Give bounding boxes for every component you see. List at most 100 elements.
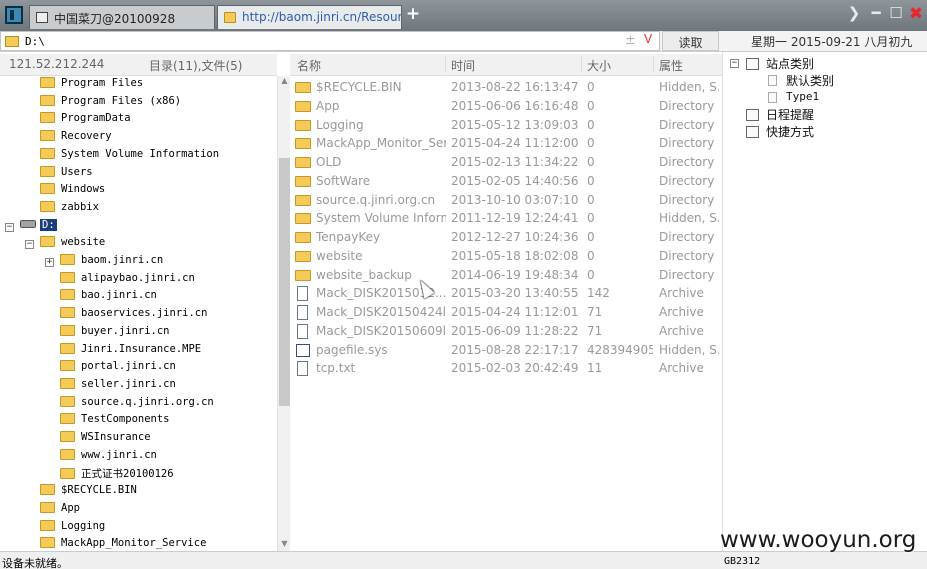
tree-node[interactable]: seller.jinri.cn: [60, 377, 176, 395]
tree-node[interactable]: MackApp_Monitor_Service: [40, 537, 206, 551]
file-row[interactable]: Mack_DISK20150424lo... 2015-04-24 11:12:0…: [290, 303, 722, 322]
scrollbar-thumb[interactable]: [279, 158, 290, 406]
file-attr: Directory: [659, 155, 715, 169]
file-row[interactable]: Mack_DISK2015032... 2015-03-20 13:40:55 14…: [290, 284, 722, 303]
tree-node-label: Windows: [61, 183, 106, 196]
expand-icon[interactable]: +: [45, 258, 54, 267]
site-category-node[interactable]: 站点类别: [766, 55, 814, 72]
tree-node[interactable]: zabbix: [40, 200, 99, 218]
file-attr: Directory: [659, 248, 715, 263]
file-row[interactable]: OLD 2015-02-13 11:34:22 0 Directory: [290, 153, 722, 172]
file-row[interactable]: SoftWare 2015-02-05 14:40:56 0 Directory: [290, 172, 722, 191]
file-name: $RECYCLE.BIN: [316, 80, 402, 94]
bookmark-icon[interactable]: ±: [625, 33, 636, 48]
column-divider[interactable]: [445, 56, 446, 73]
tree-node[interactable]: buyer.jinri.cn: [60, 324, 170, 342]
file-row[interactable]: TenpayKey 2012-12-27 10:24:36 0 Directory: [290, 228, 722, 247]
tree-node-label: buyer.jinri.cn: [81, 324, 170, 337]
file-size: 71: [587, 305, 603, 319]
file-row[interactable]: $RECYCLE.BIN 2013-08-22 16:13:47 0 Hidden, …: [290, 78, 722, 97]
page-icon: [768, 92, 777, 103]
file-row[interactable]: System Volume Informati... 2011-12-19 12:…: [290, 209, 722, 228]
tree-node[interactable]: TestComponents: [60, 413, 170, 430]
right-panel: − 站点类别 默认类别 Type1 日程提醒 快捷方式: [722, 52, 927, 551]
default-category-node[interactable]: 默认类别: [786, 72, 834, 89]
collapse-icon[interactable]: −: [25, 240, 34, 250]
tree-node[interactable]: Logging: [40, 519, 105, 537]
app-menu-icon[interactable]: [5, 6, 23, 24]
tree-node[interactable]: Program Files (x86): [40, 94, 181, 112]
file-time: 2011-12-19 12:24:41: [451, 211, 579, 226]
file-name: website: [316, 248, 363, 263]
tab-caidao-home[interactable]: 中国菜刀@20100928: [29, 5, 215, 29]
file-row[interactable]: App 2015-06-06 16:16:48 0 Directory: [290, 97, 722, 116]
maximize-button[interactable]: ☐: [887, 4, 905, 24]
column-name[interactable]: 名称: [297, 57, 321, 74]
file-row[interactable]: MackApp_Monitor_Servi... 2015-04-24 11:12…: [290, 134, 722, 153]
minimize-button[interactable]: ━: [867, 4, 885, 24]
tree-node[interactable]: D:: [20, 218, 57, 236]
column-time[interactable]: 时间: [451, 57, 475, 74]
tree-node[interactable]: baoservices.jinri.cn: [60, 307, 207, 324]
column-attr[interactable]: 属性: [659, 57, 683, 74]
forward-arrow-icon[interactable]: ❯: [845, 4, 863, 24]
file-attr: Hidden, S...: [659, 80, 719, 94]
close-button[interactable]: ✖: [907, 4, 925, 24]
column-divider[interactable]: [653, 56, 654, 73]
folder-icon: [40, 147, 55, 159]
tree-node[interactable]: Users: [40, 165, 93, 183]
tree-node[interactable]: ProgramData: [40, 112, 131, 129]
file-time: 2014-06-19 19:48:34: [451, 267, 579, 282]
tree-node[interactable]: bao.jinri.cn: [60, 289, 157, 306]
tree-node[interactable]: website: [40, 236, 105, 253]
tree-node[interactable]: Jinri.Insurance.MPE: [60, 342, 201, 360]
file-size: 0: [587, 230, 595, 244]
file-name: Logging: [316, 117, 364, 132]
file-row[interactable]: website_backup 2014-06-19 19:48:34 0 Direct…: [290, 266, 722, 285]
collapse-icon[interactable]: −: [5, 222, 14, 232]
tree-node[interactable]: alipaybao.jinri.cn: [60, 271, 195, 289]
tree-node[interactable]: Program Files: [40, 77, 143, 94]
tab-label: 中国菜刀@20100928: [54, 12, 176, 26]
text-file-icon: [297, 286, 308, 302]
tree-node[interactable]: source.q.jinri.org.cn: [60, 395, 214, 413]
tree-node[interactable]: App: [40, 501, 80, 519]
tab-file-manager[interactable]: http://baom.jinri.cn/Resource...: [217, 5, 402, 29]
tree-node-label: Program Files: [61, 77, 144, 89]
tree-node[interactable]: 正式证书20100126: [60, 466, 174, 483]
folder-icon: [295, 232, 311, 243]
type1-node[interactable]: Type1: [786, 90, 819, 103]
tree-node[interactable]: $RECYCLE.BIN: [40, 484, 137, 501]
tree-node[interactable]: baom.jinri.cn: [60, 254, 163, 271]
tree-node[interactable]: portal.jinri.cn: [60, 360, 176, 377]
tree-node[interactable]: www.jinri.cn: [60, 448, 157, 466]
file-row[interactable]: website 2015-05-18 18:02:08 0 Directory: [290, 247, 722, 266]
tree-scrollbar[interactable]: ▲ ▼: [277, 76, 290, 551]
tree-node[interactable]: Recovery: [40, 130, 112, 147]
tree-node[interactable]: Windows: [40, 183, 105, 200]
path-input[interactable]: D:\ ± ᐯ: [0, 31, 660, 51]
collapse-icon[interactable]: −: [730, 59, 739, 68]
new-tab-button[interactable]: +: [405, 4, 421, 26]
page-icon: [36, 12, 48, 23]
file-name: MackApp_Monitor_Servi...: [316, 136, 446, 151]
folder-icon: [295, 194, 311, 206]
encoding-indicator[interactable]: GB2312: [724, 556, 760, 567]
tree-node[interactable]: System Volume Information: [40, 147, 219, 165]
chevron-down-icon[interactable]: ᐯ: [644, 32, 652, 46]
column-size[interactable]: 大小: [587, 57, 611, 74]
file-row[interactable]: pagefile.sys 2015-08-28 22:17:17 428394905…: [290, 341, 722, 360]
file-row[interactable]: Logging 2015-05-12 13:09:03 0 Directory: [290, 116, 722, 135]
tree-node[interactable]: WSInsurance: [60, 431, 151, 448]
column-divider[interactable]: [581, 56, 582, 73]
schedule-node[interactable]: 日程提醒: [766, 106, 814, 123]
file-row[interactable]: Mack_DISK20150609lo... 2015-06-09 11:28:2…: [290, 322, 722, 341]
shortcuts-node[interactable]: 快捷方式: [766, 123, 814, 140]
folder-icon: [60, 360, 75, 372]
read-button[interactable]: 读取: [662, 31, 719, 51]
folder-icon: [60, 324, 75, 336]
tree-node-label: seller.jinri.cn: [81, 377, 176, 390]
file-row[interactable]: tcp.txt 2015-02-03 20:42:49 11 Archive: [290, 359, 722, 378]
file-row[interactable]: source.q.jinri.org.cn 2013-10-10 03:07:10…: [290, 191, 722, 210]
page-icon: [768, 75, 777, 86]
